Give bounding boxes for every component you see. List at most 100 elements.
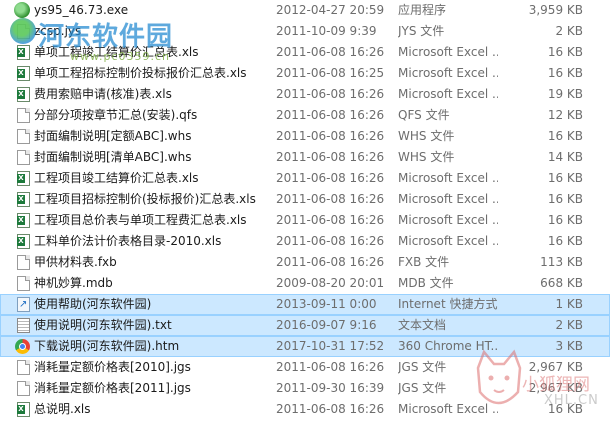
file-list[interactable]: ys95_46.73.exe 2012-04-27 20:59 应用程序 3,959 … [0, 0, 610, 420]
file-icon [17, 381, 30, 396]
file-date-modified: 2012-04-27 20:59 [276, 3, 385, 17]
file-size: 14 KB [547, 150, 583, 164]
file-name: zcsp.jys [34, 24, 82, 38]
file-name: 工料单价法计价表格目录-2010.xls [34, 234, 222, 248]
file-icon [17, 360, 30, 375]
file-date-modified: 2011-06-08 16:26 [276, 255, 385, 269]
excel-icon [17, 66, 30, 81]
file-row[interactable]: 消耗量定额价格表[2011].jgs 2011-09-30 16:39 JGS 文件… [0, 378, 610, 399]
shortcut-icon [17, 297, 30, 312]
file-row[interactable]: 消耗量定额价格表[2010].jgs 2011-06-08 16:26 JGS 文件… [0, 357, 610, 378]
file-type: Microsoft Excel ... [398, 192, 498, 206]
file-row[interactable]: zcsp.jys 2011-10-09 9:39 JYS 文件 2 KB [0, 21, 610, 42]
excel-icon [17, 213, 30, 228]
file-row[interactable]: 费用索赔申请(核准)表.xls 2011-06-08 16:26 Microsoft… [0, 84, 610, 105]
file-name: 消耗量定额价格表[2011].jgs [34, 381, 191, 395]
file-icon [17, 255, 30, 270]
file-row[interactable]: 甲供材料表.fxb 2011-06-08 16:26 FXB 文件 113 KB [0, 252, 610, 273]
file-type: Microsoft Excel ... [398, 402, 498, 416]
file-name: 使用帮助(河东软件园) [34, 297, 152, 311]
file-name: 工程项目竣工结算价汇总表.xls [34, 171, 199, 185]
file-date-modified: 2009-08-20 20:01 [276, 276, 385, 290]
file-date-modified: 2011-06-08 16:26 [276, 234, 385, 248]
file-name: 分部分项按章节汇总(安装).qfs [34, 108, 198, 122]
file-date-modified: 2016-09-07 9:16 [276, 318, 377, 332]
excel-icon [17, 402, 30, 417]
chrome-icon [15, 339, 30, 354]
file-row[interactable]: 单项工程竣工结算价汇总表.xls 2011-06-08 16:26 Microsof… [0, 42, 610, 63]
file-row[interactable]: 工料单价法计价表格目录-2010.xls 2011-06-08 16:26 Micr… [0, 231, 610, 252]
file-size: 2,967 KB [528, 381, 583, 395]
file-size: 19 KB [547, 87, 583, 101]
file-date-modified: 2011-06-08 16:26 [276, 45, 385, 59]
file-type: JGS 文件 [398, 360, 447, 374]
excel-icon [17, 171, 30, 186]
file-date-modified: 2011-09-30 16:39 [276, 381, 385, 395]
file-icon [17, 276, 30, 291]
file-row[interactable]: 封面编制说明[定额ABC].whs 2011-06-08 16:26 WHS 文件 1… [0, 126, 610, 147]
file-date-modified: 2011-06-08 16:25 [276, 66, 385, 80]
exe-icon [14, 2, 30, 18]
file-type: Microsoft Excel ... [398, 66, 498, 80]
file-type: 文本文档 [398, 318, 447, 332]
file-type: Internet 快捷方式 [398, 297, 498, 311]
file-icon [17, 150, 30, 165]
file-type: QFS 文件 [398, 108, 450, 122]
file-date-modified: 2011-06-08 16:26 [276, 108, 385, 122]
excel-icon [17, 45, 30, 60]
file-size: 16 KB [547, 402, 583, 416]
file-type: MDB 文件 [398, 276, 454, 290]
file-date-modified: 2011-06-08 16:26 [276, 150, 385, 164]
file-row[interactable]: 工程项目竣工结算价汇总表.xls 2011-06-08 16:26 Microsof… [0, 168, 610, 189]
file-name: 工程项目招标控制价(投标报价)汇总表.xls [34, 192, 256, 206]
file-size: 1 KB [555, 297, 583, 311]
file-type: JYS 文件 [398, 24, 445, 38]
file-type: WHS 文件 [398, 150, 455, 164]
file-name: 使用说明(河东软件园).txt [34, 318, 172, 332]
file-row[interactable]: 单项工程招标控制价投标报价汇总表.xls 2011-06-08 16:25 Micr… [0, 63, 610, 84]
file-row[interactable]: 分部分项按章节汇总(安装).qfs 2011-06-08 16:26 QFS 文件 1… [0, 105, 610, 126]
file-row[interactable]: 使用帮助(河东软件园) 2013-09-11 0:00 Internet 快捷方式 1… [0, 294, 610, 315]
file-size: 16 KB [547, 66, 583, 80]
file-row[interactable]: ys95_46.73.exe 2012-04-27 20:59 应用程序 3,959 … [0, 0, 610, 21]
file-name: 单项工程竣工结算价汇总表.xls [34, 45, 199, 59]
file-row[interactable]: 封面编制说明[清单ABC].whs 2011-06-08 16:26 WHS 文件 1… [0, 147, 610, 168]
file-type: FXB 文件 [398, 255, 450, 269]
excel-icon [17, 87, 30, 102]
excel-icon [17, 234, 30, 249]
file-size: 3 KB [555, 339, 583, 353]
file-date-modified: 2011-10-09 9:39 [276, 24, 377, 38]
file-row[interactable]: 工程项目招标控制价(投标报价)汇总表.xls 2011-06-08 16:26 Mi… [0, 189, 610, 210]
file-icon [17, 24, 30, 39]
file-row[interactable]: 下载说明(河东软件园).htm 2017-10-31 17:52 360 Chrom… [0, 336, 610, 357]
file-size: 16 KB [547, 171, 583, 185]
file-row[interactable]: 总说明.xls 2011-06-08 16:26 Microsoft Excel .… [0, 399, 610, 420]
file-date-modified: 2011-06-08 16:26 [276, 129, 385, 143]
file-date-modified: 2011-06-08 16:26 [276, 171, 385, 185]
file-name: 费用索赔申请(核准)表.xls [34, 87, 172, 101]
file-date-modified: 2011-06-08 16:26 [276, 402, 385, 416]
file-date-modified: 2011-06-08 16:26 [276, 213, 385, 227]
file-type: Microsoft Excel ... [398, 234, 498, 248]
file-name: 神机妙算.mdb [34, 276, 113, 290]
file-date-modified: 2011-06-08 16:26 [276, 192, 385, 206]
file-type: Microsoft Excel ... [398, 45, 498, 59]
file-icon [17, 129, 30, 144]
file-date-modified: 2017-10-31 17:52 [276, 339, 385, 353]
file-size: 12 KB [547, 108, 583, 122]
file-type: 应用程序 [398, 3, 447, 17]
file-type: JGS 文件 [398, 381, 447, 395]
file-name: 封面编制说明[定额ABC].whs [34, 129, 192, 143]
file-row[interactable]: 使用说明(河东软件园).txt 2016-09-07 9:16 文本文档 2 KB [0, 315, 610, 336]
file-type: Microsoft Excel ... [398, 87, 498, 101]
file-row[interactable]: 工程项目总价表与单项工程费汇总表.xls 2011-06-08 16:26 Micr… [0, 210, 610, 231]
text-icon [17, 318, 30, 333]
file-size: 16 KB [547, 45, 583, 59]
file-row[interactable]: 神机妙算.mdb 2009-08-20 20:01 MDB 文件 668 KB [0, 273, 610, 294]
file-size: 2 KB [555, 24, 583, 38]
file-size: 668 KB [540, 276, 583, 290]
file-name: 总说明.xls [34, 402, 91, 416]
file-size: 113 KB [540, 255, 583, 269]
file-date-modified: 2011-06-08 16:26 [276, 87, 385, 101]
file-size: 3,959 KB [528, 3, 583, 17]
